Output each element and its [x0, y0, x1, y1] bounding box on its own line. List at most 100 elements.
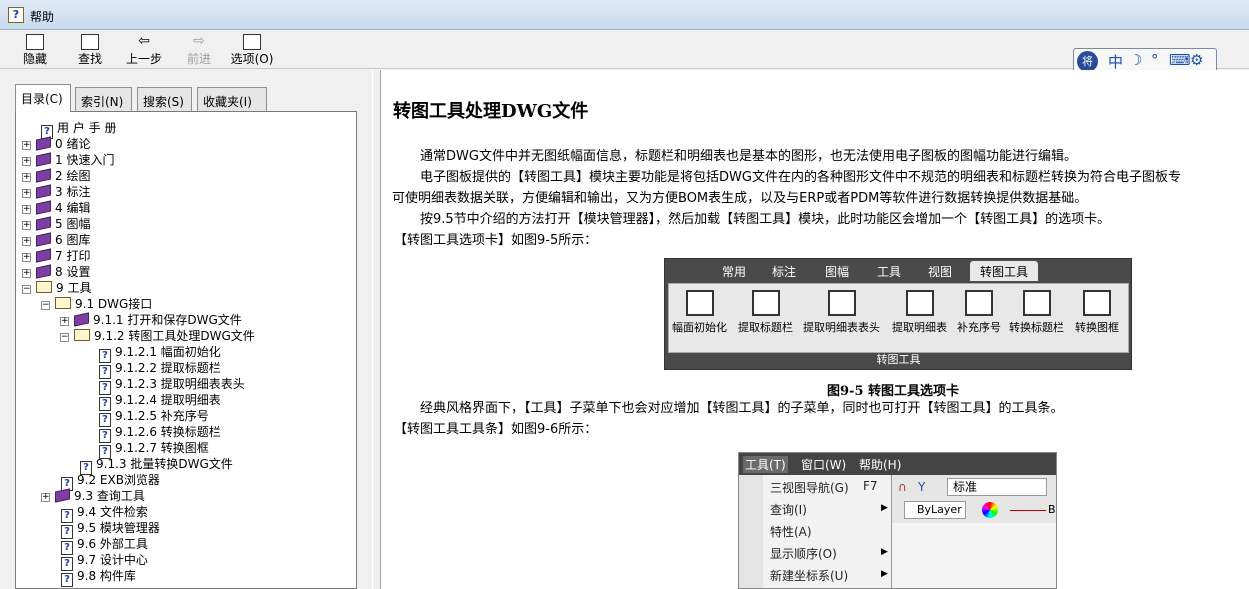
- expand-icon[interactable]: +: [22, 269, 31, 278]
- ribbon-group-label: 转图工具: [876, 353, 921, 366]
- tree-item[interactable]: +1 快速入门: [22, 152, 114, 168]
- submenu-arrow-icon: ▶: [881, 547, 888, 557]
- expand-icon[interactable]: +: [22, 237, 31, 246]
- hide-icon: [26, 34, 44, 50]
- book-icon: [36, 152, 51, 167]
- expand-icon[interactable]: +: [22, 189, 31, 198]
- find-icon: [81, 34, 99, 50]
- open-book-icon: [74, 329, 90, 341]
- tree-item[interactable]: ? 9.8 构件库: [61, 568, 136, 587]
- paragraph: 电子图板提供的【转图工具】模块主要功能是将包括DWG文件在内的各种图形文件中不规…: [420, 170, 1181, 185]
- expand-icon[interactable]: +: [22, 141, 31, 150]
- tree-item[interactable]: ? 9.1.2.3 提取明细表表头: [99, 376, 245, 395]
- tree-item[interactable]: ? 9.1.2.4 提取明细表: [99, 392, 221, 411]
- moon-icon[interactable]: ☽: [1129, 51, 1142, 69]
- book-icon: [36, 264, 51, 279]
- options-icon: [243, 34, 261, 50]
- tree-item[interactable]: ? 9.4 文件检索: [61, 504, 148, 523]
- tree-item[interactable]: +9.3 查询工具: [41, 488, 145, 504]
- figure-caption: 图9-5 转图工具选项卡: [827, 384, 960, 399]
- gear-icon[interactable]: ⚙: [1190, 51, 1203, 69]
- ime-mode[interactable]: 中: [1108, 51, 1123, 72]
- collapse-icon[interactable]: −: [22, 285, 31, 294]
- open-book-icon: [55, 297, 71, 309]
- tab-favorites[interactable]: 收藏夹(I): [197, 87, 267, 111]
- tree-item[interactable]: −9 工具: [22, 280, 91, 296]
- expand-icon[interactable]: +: [22, 253, 31, 262]
- tree-item[interactable]: −9.1 DWG接口: [41, 296, 152, 312]
- tree-item[interactable]: +6 图库: [22, 232, 90, 248]
- paragraph: 按9.5节中介绍的方法打开【模块管理器】，然后加载【转图工具】模块，此时功能区会…: [420, 212, 1111, 227]
- expand-icon[interactable]: +: [60, 317, 69, 326]
- tab-search[interactable]: 搜索(S): [137, 87, 192, 111]
- hide-button[interactable]: 隐藏: [18, 33, 52, 68]
- ribbon-tab: 视图: [928, 265, 953, 279]
- linetype-swatch: [1010, 510, 1046, 511]
- figure-menu: 工具(T) 窗口(W) 帮助(H) 三视图导航(G) F7 查询(I) ▶ 特性(…: [738, 452, 1057, 589]
- book-icon: [36, 184, 51, 199]
- ribbon-tool: 补充序号: [957, 290, 1001, 335]
- options-button[interactable]: 选项(O): [230, 33, 274, 68]
- collapse-icon[interactable]: −: [60, 333, 69, 342]
- forward-button[interactable]: ⇨ 前进: [184, 33, 214, 68]
- expand-icon[interactable]: +: [22, 157, 31, 166]
- tree-item[interactable]: ? 9.2 EXB浏览器: [61, 472, 160, 491]
- tree-item[interactable]: +3 标注: [22, 184, 90, 200]
- find-button[interactable]: 查找: [74, 33, 106, 68]
- open-book-icon: [36, 281, 52, 293]
- menu-item: 查询(I): [770, 503, 807, 517]
- paragraph: 经典风格界面下，【工具】子菜单下也会对应增加【转图工具】的子菜单，同时也可打开【…: [420, 401, 1064, 416]
- keyboard-icon[interactable]: ⌨: [1169, 51, 1191, 69]
- paragraph: 通常DWG文件中并无图纸幅面信息，标题栏和明细表也是基本的图形，也无法使用电子图…: [420, 149, 1077, 164]
- punctuation-icon[interactable]: °: [1151, 51, 1159, 69]
- expand-icon[interactable]: +: [41, 493, 50, 502]
- collapse-icon[interactable]: −: [41, 301, 50, 310]
- menu-help: 帮助(H): [859, 458, 902, 472]
- layer-select: ByLayer: [904, 501, 966, 519]
- back-button[interactable]: ⇦ 上一步: [122, 33, 166, 68]
- tab-contents[interactable]: 目录(C): [15, 84, 71, 112]
- tree-item[interactable]: ? 9.1.2.5 补充序号: [99, 408, 209, 427]
- paragraph: 【转图工具选项卡】如图9-5所示：: [394, 233, 598, 248]
- tree-item[interactable]: +7 打印: [22, 248, 90, 264]
- menu-window: 窗口(W): [801, 458, 847, 472]
- tree-item[interactable]: +4 编辑: [22, 200, 90, 216]
- back-arrow-icon: ⇦: [138, 33, 150, 49]
- book-icon: [36, 136, 51, 151]
- ribbon-tool: 提取明细表: [892, 290, 947, 335]
- add-number-icon: [965, 290, 993, 316]
- expand-icon[interactable]: +: [22, 205, 31, 214]
- convert-frame-icon: [1083, 290, 1111, 316]
- tree-item[interactable]: +0 绪论: [22, 136, 90, 152]
- tree-item[interactable]: ? 9.6 外部工具: [61, 536, 148, 555]
- ribbon-tab: 常用: [722, 265, 747, 279]
- pane-splitter[interactable]: [372, 70, 381, 589]
- tree-item[interactable]: ? 9.1.3 批量转换DWG文件: [80, 456, 233, 475]
- tree-item[interactable]: ? 9.7 设计中心: [61, 552, 148, 571]
- expand-icon[interactable]: +: [22, 173, 31, 182]
- paragraph: 可使明细表数据关联，方便编辑和输出，又为方便BOM表生成，以及与ERP或者PDM…: [392, 191, 1088, 206]
- tree-item[interactable]: ? 9.1.2.1 幅面初始化: [99, 344, 221, 363]
- tree-item[interactable]: ? 9.1.2.2 提取标题栏: [99, 360, 221, 379]
- tree-item[interactable]: ? 9.5 模块管理器: [61, 520, 160, 539]
- menu-item: 三视图导航(G): [770, 481, 849, 495]
- tree-item[interactable]: +9.1.1 打开和保存DWG文件: [60, 312, 242, 328]
- tree-item[interactable]: ? 9.1.2.6 转换标题栏: [99, 424, 221, 443]
- submenu-arrow-icon: ▶: [881, 569, 888, 579]
- title-bar: ? 帮助: [0, 0, 1249, 30]
- tree-item[interactable]: ? 用 户 手 册: [41, 120, 116, 139]
- tab-index[interactable]: 索引(N): [75, 87, 132, 111]
- extract-title-icon: [751, 290, 780, 316]
- menu-icon-strip: [739, 475, 763, 588]
- tree-item[interactable]: ? 9.1.2.7 转换图框: [99, 440, 209, 459]
- menu-bar: 工具(T) 窗口(W) 帮助(H): [739, 453, 1056, 475]
- tree-item[interactable]: +5 图幅: [22, 216, 90, 232]
- tree-item[interactable]: +8 设置: [22, 264, 90, 280]
- ime-logo: 将: [1077, 51, 1098, 72]
- tree-item[interactable]: −9.1.2 转图工具处理DWG文件: [60, 328, 255, 344]
- menu-item: 特性(A): [770, 525, 812, 539]
- tree-item[interactable]: +2 绘图: [22, 168, 90, 184]
- contents-tree[interactable]: ? 用 户 手 册 +0 绪论 +1 快速入门 +2 绘图 +3 标注 +4 编辑…: [15, 111, 357, 589]
- expand-icon[interactable]: +: [22, 221, 31, 230]
- window-title: 帮助: [30, 10, 55, 24]
